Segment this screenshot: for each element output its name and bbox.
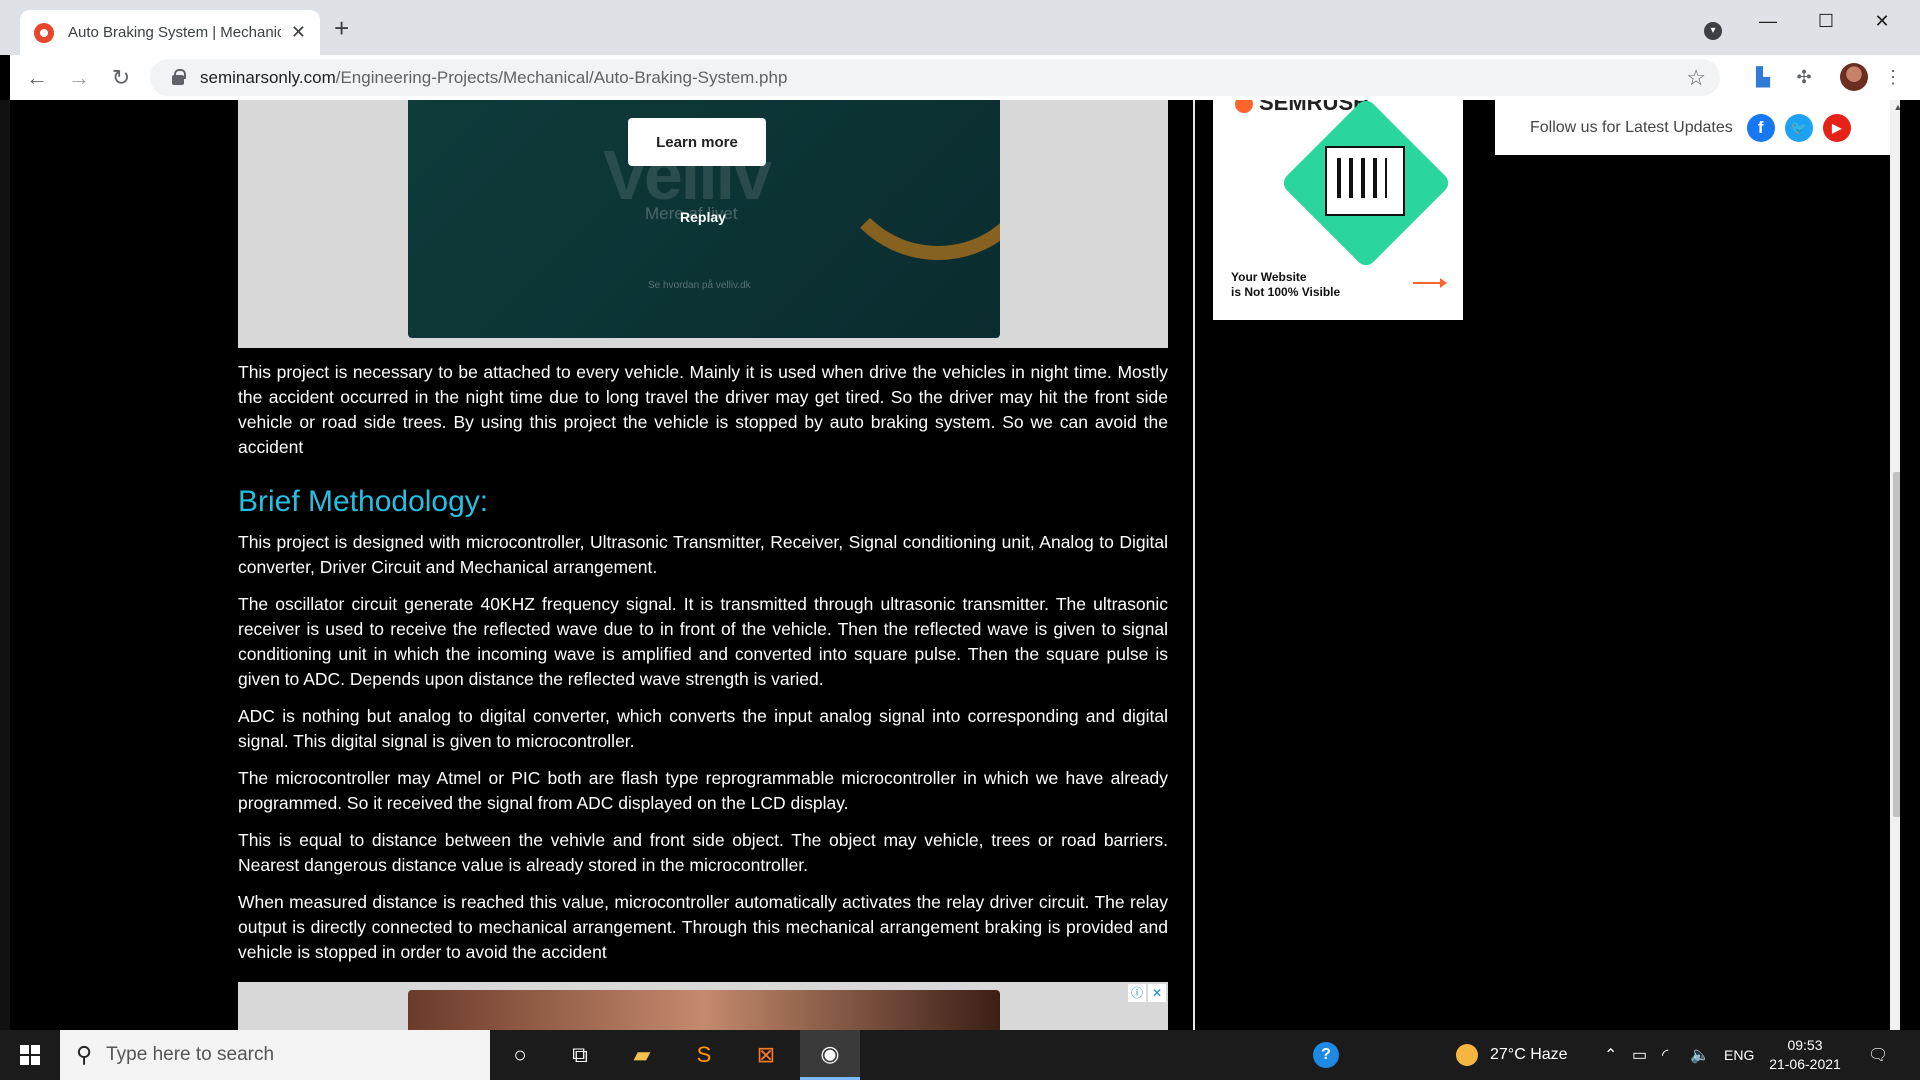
paragraph: The microcontroller may Atmel or PIC bot… [238, 768, 1168, 813]
bottom-ad-image[interactable] [408, 990, 1000, 1030]
ad-small-text: Se hvordan på velliv.dk [648, 280, 751, 291]
browser-tab[interactable]: Auto Braking System | Mechanica ✕ [20, 10, 320, 55]
battery-icon[interactable]: ▭ [1632, 1030, 1647, 1080]
column-divider [1193, 100, 1195, 1030]
taskbar-search[interactable]: ⚲ Type here to search [60, 1030, 490, 1080]
windows-logo-icon [20, 1045, 40, 1065]
lock-icon[interactable] [172, 68, 186, 85]
back-button[interactable]: ← [22, 63, 52, 93]
tab-title: Auto Braking System | Mechanica [68, 24, 281, 41]
intro-paragraph: This project is necessary to be attached… [238, 362, 1168, 457]
minimize-button[interactable]: — [1748, 6, 1788, 36]
site-favicon-icon [34, 22, 54, 43]
url-text: seminarsonly.com/Engineering-Projects/Me… [200, 67, 788, 87]
bottom-ad[interactable]: ⓘ ✕ [238, 982, 1168, 1030]
extension-icon[interactable]: ▙ [1750, 64, 1776, 90]
web-page: Velliv Mere af livet Se hvordan på velli… [10, 100, 1900, 1030]
windows-taskbar: ⚲ Type here to search ○ ⧉ ▰ S ⊠ ◉ ? 27°C… [0, 1030, 1920, 1080]
ad-close-icon[interactable]: ✕ [1148, 984, 1166, 1002]
clock[interactable]: 09:53 21-06-2021 [1765, 1036, 1845, 1074]
window-edge [0, 100, 10, 1030]
paragraph: The oscillator circuit generate 40KHZ fr… [238, 594, 1168, 689]
reload-button[interactable]: ↻ [106, 63, 136, 93]
bookmark-star-icon[interactable]: ☆ [1686, 65, 1706, 91]
paragraph: ADC is nothing but analog to digital con… [238, 706, 1168, 751]
wifi-icon[interactable]: ◜ [1662, 1030, 1668, 1080]
ad-info-icon[interactable]: ⓘ [1128, 984, 1146, 1002]
clock-time: 09:53 [1787, 1037, 1823, 1053]
ad-choices[interactable]: ⓘ ✕ [1128, 984, 1166, 1002]
section-heading: Brief Methodology: [238, 485, 489, 518]
follow-text: Follow us for Latest Updates [1530, 118, 1733, 136]
semrush-copy: Your Website is Not 100% Visible [1231, 270, 1340, 300]
forward-button[interactable]: → [64, 63, 94, 93]
youtube-icon[interactable]: ▶ [1822, 113, 1851, 142]
paragraph: When measured distance is reached this v… [238, 892, 1168, 962]
volume-icon[interactable]: 🔈 [1690, 1030, 1710, 1080]
scroll-up-arrow-icon[interactable]: ▲ [1890, 102, 1900, 112]
file-explorer-icon[interactable]: ▰ [612, 1030, 672, 1080]
video-ad[interactable]: Velliv Mere af livet Se hvordan på velli… [238, 100, 1168, 348]
cortana-icon[interactable]: ○ [490, 1030, 550, 1080]
browser-toolbar: ← → ↻ seminarsonly.com/Engineering-Proje… [10, 55, 1920, 100]
semrush-line-2: is Not 100% Visible [1231, 285, 1341, 299]
facebook-icon[interactable]: f [1746, 113, 1775, 142]
twitter-icon[interactable]: 🐦 [1784, 113, 1813, 142]
semrush-ad[interactable]: SEMRUSH Your Website is Not 100% Visible [1213, 100, 1463, 320]
task-view-icon[interactable]: ⧉ [550, 1030, 610, 1080]
video-ad-frame[interactable]: Velliv Mere af livet Se hvordan på velli… [408, 100, 1000, 338]
xampp-icon[interactable]: ⊠ [736, 1030, 796, 1080]
close-window-button[interactable]: ✕ [1862, 6, 1902, 36]
arrow-right-icon [1413, 278, 1447, 288]
sublime-icon[interactable]: S [674, 1030, 734, 1080]
maximize-button[interactable]: ☐ [1806, 6, 1846, 36]
language-indicator[interactable]: ENG [1724, 1030, 1754, 1080]
new-tab-button[interactable]: + [334, 15, 349, 41]
search-placeholder: Type here to search [106, 1044, 275, 1065]
scrollbar-thumb[interactable] [1893, 472, 1900, 817]
show-hidden-icons-icon[interactable]: ⌃ [1604, 1030, 1617, 1080]
paragraph: This is equal to distance between the ve… [238, 830, 1168, 875]
weather-widget[interactable]: 27°C Haze [1456, 1030, 1568, 1080]
profile-avatar[interactable] [1840, 63, 1868, 91]
learn-more-button[interactable]: Learn more [628, 118, 766, 166]
address-bar[interactable]: seminarsonly.com/Engineering-Projects/Me… [150, 59, 1720, 96]
extensions-puzzle-icon[interactable]: ✣ [1791, 64, 1817, 90]
replay-button[interactable]: Replay [680, 209, 726, 225]
semrush-line-1: Your Website [1231, 270, 1307, 284]
paragraph: This project is designed with microcontr… [238, 532, 1168, 577]
clock-date: 21-06-2021 [1769, 1056, 1841, 1072]
tab-strip: Auto Braking System | Mechanica ✕ + ▾ — … [0, 0, 1920, 55]
menu-kebab-icon[interactable]: ⋮ [1880, 64, 1906, 90]
article-body: This project is necessary to be attached… [238, 360, 1168, 977]
follow-widget: Follow us for Latest Updates f 🐦 ▶ [1495, 100, 1890, 155]
help-icon[interactable]: ? [1313, 1030, 1339, 1080]
weather-text: 27°C Haze [1490, 1046, 1568, 1063]
tab-search-icon[interactable]: ▾ [1704, 22, 1722, 40]
ad-swirl-graphic [828, 100, 1000, 260]
chrome-icon[interactable]: ◉ [800, 1030, 860, 1080]
weather-icon [1456, 1044, 1478, 1066]
semrush-toolbox-graphic [1325, 146, 1405, 216]
search-icon: ⚲ [76, 1042, 93, 1067]
close-tab-icon[interactable]: ✕ [289, 22, 308, 43]
start-button[interactable] [0, 1030, 60, 1080]
page-scrollbar[interactable]: ▲ [1890, 100, 1900, 1030]
notification-icon[interactable]: 🗨 [1868, 1030, 1888, 1080]
